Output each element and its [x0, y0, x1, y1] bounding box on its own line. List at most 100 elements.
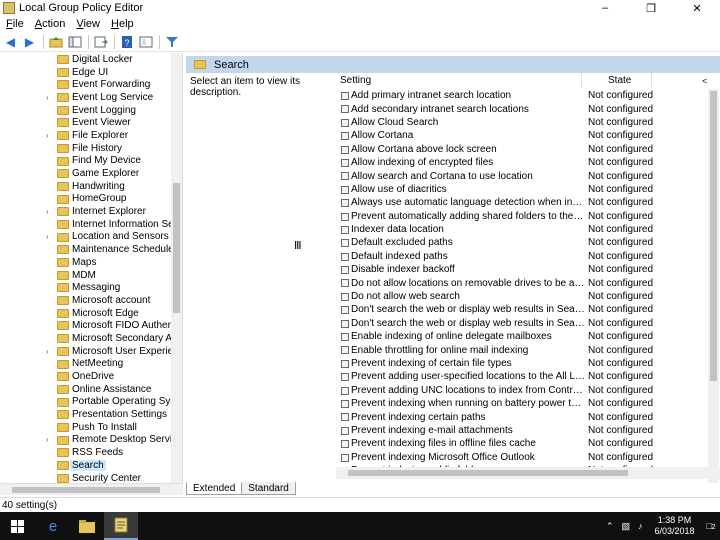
setting-row[interactable]: Prevent adding user-specified locations … [336, 370, 710, 383]
setting-row[interactable]: Allow Cortana Not configured [336, 129, 710, 142]
menu-view[interactable]: View [70, 18, 105, 30]
export-list-icon[interactable] [92, 33, 109, 50]
tree-item[interactable]: › Event Log Service [0, 91, 171, 104]
tree-item[interactable]: NetMeeting [0, 358, 171, 371]
menu-help[interactable]: Help [105, 18, 139, 30]
close-button[interactable]: ✕ [674, 0, 720, 16]
setting-row[interactable]: Default indexed paths Not configured [336, 250, 710, 263]
menu-action[interactable]: Action [29, 18, 71, 30]
tree-item[interactable]: Security Center [0, 472, 171, 483]
tree-item[interactable]: › Location and Sensors [0, 231, 171, 244]
list-vertical-scrollbar[interactable] [708, 89, 719, 483]
column-header-setting[interactable]: Setting [340, 75, 371, 86]
setting-row[interactable]: Don't search the web or display web resu… [336, 303, 710, 316]
network-icon[interactable]: ▧ [622, 521, 631, 532]
show-hidden-icons-icon[interactable]: ⌃ [606, 521, 614, 532]
tree-item[interactable]: Microsoft FIDO Authentica [0, 319, 171, 332]
setting-row[interactable]: Prevent indexing Microsoft Office Outloo… [336, 451, 710, 464]
tree-item[interactable]: Microsoft account [0, 294, 171, 307]
setting-row[interactable]: Allow Cloud Search Not configured [336, 116, 710, 129]
list-hscroll-thumb[interactable] [348, 470, 628, 476]
properties-icon[interactable] [137, 33, 154, 50]
tree-item[interactable]: Presentation Settings [0, 408, 171, 421]
setting-row[interactable]: Add primary intranet search location Not … [336, 89, 710, 102]
column-header-state[interactable]: State [608, 75, 631, 86]
tree-item[interactable]: Digital Locker [0, 53, 171, 66]
tree-item[interactable]: Game Explorer [0, 167, 171, 180]
help-icon[interactable]: ? [118, 33, 135, 50]
setting-row[interactable]: Don't search the web or display web resu… [336, 317, 710, 330]
tree-item[interactable]: RSS Feeds [0, 446, 171, 459]
tree-item[interactable]: › Microsoft User Experience [0, 345, 171, 358]
tree-item[interactable]: OneDrive [0, 370, 171, 383]
tree-item[interactable]: › Internet Explorer [0, 205, 171, 218]
setting-row[interactable]: Allow Cortana above lock screen Not confi… [336, 143, 710, 156]
gpedit-taskbar-icon[interactable] [104, 512, 138, 540]
setting-row[interactable]: Indexer data location Not configured [336, 223, 710, 236]
setting-row[interactable]: Enable throttling for online mail indexi… [336, 343, 710, 356]
tree-item[interactable]: Search [0, 459, 171, 472]
tree-horizontal-scrollbar[interactable] [0, 483, 183, 495]
expand-chevron-icon[interactable]: › [46, 435, 54, 444]
tree-item[interactable]: File History [0, 142, 171, 155]
setting-row[interactable]: Prevent indexing files in offline files … [336, 437, 710, 450]
tree-item[interactable]: Messaging [0, 281, 171, 294]
tree-item[interactable]: › File Explorer [0, 129, 171, 142]
setting-row[interactable]: Prevent adding UNC locations to index fr… [336, 384, 710, 397]
setting-row[interactable]: Allow use of diacritics Not configured [336, 183, 710, 196]
tree-item[interactable]: Event Forwarding [0, 78, 171, 91]
setting-row[interactable]: Always use automatic language detection … [336, 196, 710, 209]
tree-item[interactable]: Find My Device [0, 155, 171, 168]
expand-chevron-icon[interactable]: › [46, 347, 54, 356]
up-folder-icon[interactable] [47, 33, 64, 50]
column-divider[interactable] [581, 73, 582, 88]
tree-vertical-scrollbar[interactable] [171, 53, 182, 483]
tree-hscroll-thumb[interactable] [12, 487, 160, 493]
clock[interactable]: 1:38 PM 6/03/2018 [655, 515, 695, 537]
setting-row[interactable]: Prevent indexing of certain file types No… [336, 357, 710, 370]
expand-chevron-icon[interactable]: › [46, 232, 54, 241]
tree-item[interactable]: Microsoft Secondary Authe [0, 332, 171, 345]
action-center-button[interactable]: □ 2 [707, 521, 716, 531]
setting-row[interactable]: Prevent automatically adding shared fold… [336, 210, 710, 223]
tree-item[interactable]: Push To Install [0, 421, 171, 434]
setting-row[interactable]: Default excluded paths Not configured [336, 236, 710, 249]
tree-item[interactable]: MDM [0, 269, 171, 282]
minimize-button[interactable]: – [582, 0, 628, 16]
file-explorer-icon[interactable] [70, 512, 104, 540]
edge-browser-icon[interactable]: e [36, 512, 70, 540]
tree-item[interactable]: Maintenance Scheduler [0, 243, 171, 256]
show-hide-tree-icon[interactable] [66, 33, 83, 50]
setting-row[interactable]: Prevent indexing when running on battery… [336, 397, 710, 410]
volume-icon[interactable]: ♪ [638, 521, 643, 531]
forward-arrow-icon[interactable]: ▶ [21, 33, 38, 50]
tree-item[interactable]: Event Logging [0, 104, 171, 117]
sort-chevron-icon[interactable]: < [702, 76, 707, 86]
menu-file[interactable]: File [0, 18, 29, 30]
filter-icon[interactable] [163, 33, 180, 50]
tree-item[interactable]: Internet Information Servic [0, 218, 171, 231]
tab-standard[interactable]: Standard [241, 482, 296, 495]
setting-row[interactable]: Do not allow web search Not configured [336, 290, 710, 303]
setting-row[interactable]: Add secondary intranet search locations N… [336, 102, 710, 115]
start-button[interactable] [0, 512, 34, 540]
back-arrow-icon[interactable]: ◀ [2, 33, 19, 50]
tree-item[interactable]: › Remote Desktop Services [0, 434, 171, 447]
column-divider[interactable] [651, 73, 652, 88]
setting-row[interactable]: Do not allow locations on removable driv… [336, 276, 710, 289]
tree-item[interactable]: HomeGroup [0, 193, 171, 206]
expand-chevron-icon[interactable]: › [46, 131, 54, 140]
tree-item[interactable]: Maps [0, 256, 171, 269]
maximize-button[interactable]: ❐ [628, 0, 674, 16]
setting-row[interactable]: Prevent indexing certain paths Not config… [336, 410, 710, 423]
tree-item[interactable]: Portable Operating System [0, 396, 171, 409]
list-scroll-thumb[interactable] [710, 91, 717, 381]
setting-row[interactable]: Disable indexer backoff Not configured [336, 263, 710, 276]
tree-item[interactable]: Microsoft Edge [0, 307, 171, 320]
setting-row[interactable]: Allow indexing of encrypted files Not con… [336, 156, 710, 169]
tree-item[interactable]: Handwriting [0, 180, 171, 193]
expand-chevron-icon[interactable]: › [46, 93, 54, 102]
setting-row[interactable]: Enable indexing of online delegate mailb… [336, 330, 710, 343]
expand-chevron-icon[interactable]: › [46, 207, 54, 216]
tree-item[interactable]: Online Assistance [0, 383, 171, 396]
